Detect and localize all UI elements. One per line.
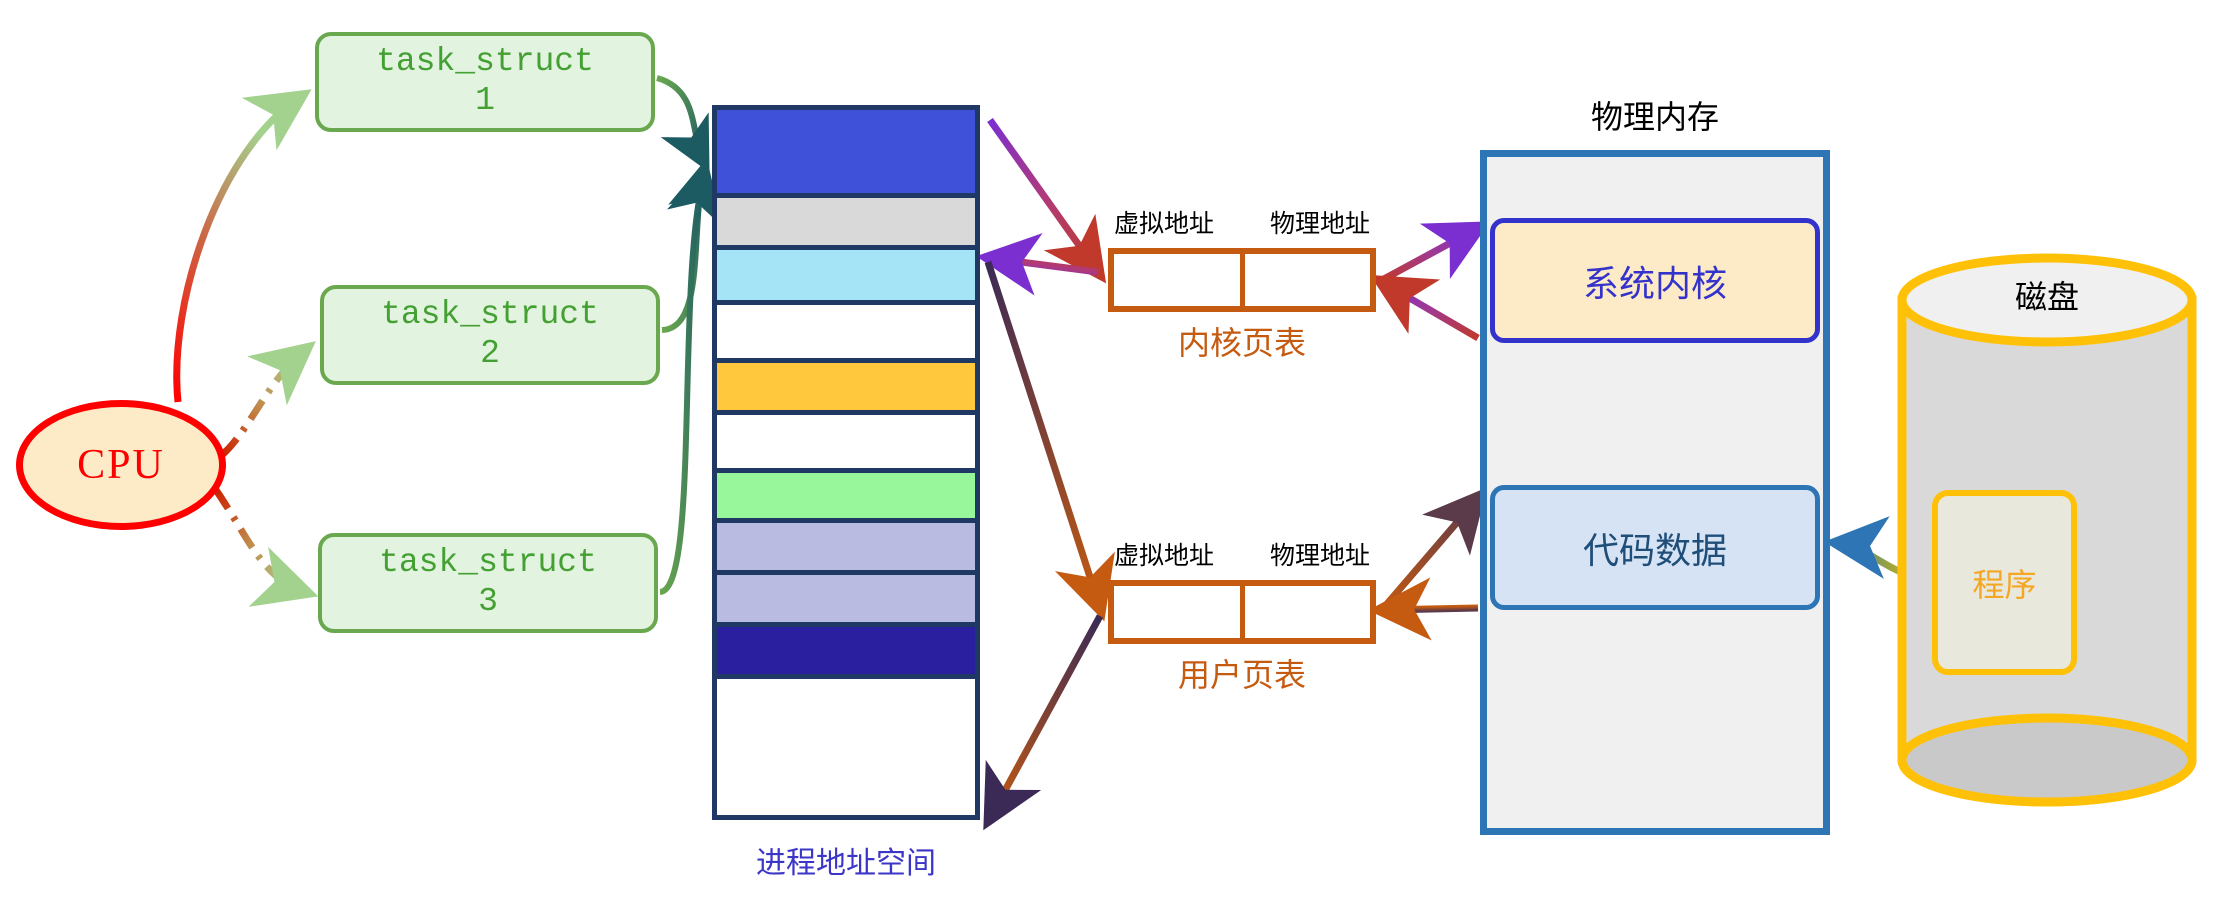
- kernel-page-table-virtual-cell[interactable]: [1114, 254, 1245, 306]
- kernel-page-table-physical-header: 物理地址: [1269, 210, 1370, 238]
- user-page-table[interactable]: 虚拟地址 物理地址 用户页表: [1108, 542, 1376, 693]
- address-space-segment-7[interactable]: [717, 473, 975, 523]
- address-space-segment-10[interactable]: [717, 627, 975, 679]
- physical-memory-title: 物理内存: [1590, 99, 1719, 135]
- code-data-label: 代码数据: [1582, 529, 1727, 571]
- disk-shape-layer: [1897, 253, 2197, 807]
- user-page-table-virtual-header: 虚拟地址: [1114, 542, 1215, 570]
- process-address-space-column[interactable]: [712, 105, 980, 820]
- task-struct-3-node[interactable]: task_struct 3: [318, 533, 658, 633]
- process-address-space-label: 进程地址空间: [756, 847, 936, 880]
- task-struct-1-name: task_struct: [376, 43, 594, 81]
- task-struct-3-name: task_struct: [379, 544, 597, 582]
- user-page-table-physical-cell[interactable]: [1245, 586, 1371, 638]
- physical-memory-region-code-data[interactable]: 代码数据: [1490, 485, 1820, 610]
- address-space-segment-6[interactable]: [717, 415, 975, 473]
- task-struct-1-node[interactable]: task_struct 1: [315, 32, 655, 132]
- cpu-label: CPU: [77, 442, 165, 488]
- kernel-page-table-cells[interactable]: [1108, 248, 1376, 312]
- address-space-segment-4[interactable]: [717, 305, 975, 363]
- task-struct-1-index: 1: [475, 82, 495, 119]
- kernel-page-table[interactable]: 虚拟地址 物理地址 内核页表: [1108, 210, 1376, 361]
- system-kernel-label: 系统内核: [1582, 262, 1727, 304]
- address-space-segment-3[interactable]: [717, 250, 975, 305]
- task-struct-3-index: 3: [478, 583, 498, 620]
- task-struct-2-name: task_struct: [381, 296, 599, 334]
- diagram-canvas: CPU task_struct 1 task_struct 2 task_str…: [0, 0, 2240, 911]
- program-label: 程序: [1972, 566, 2037, 603]
- task-struct-2-index: 2: [480, 335, 500, 372]
- user-page-table-name: 用户页表: [1177, 657, 1306, 693]
- disk-cylinder-bottom: [1897, 713, 2197, 807]
- user-page-table-cells[interactable]: [1108, 580, 1376, 644]
- kernel-page-table-headers: 虚拟地址 物理地址: [1108, 204, 1376, 240]
- kernel-page-table-physical-cell[interactable]: [1245, 254, 1371, 306]
- kernel-page-table-virtual-header: 虚拟地址: [1114, 210, 1215, 238]
- user-page-table-virtual-cell[interactable]: [1114, 586, 1245, 638]
- address-space-segment-2[interactable]: [717, 198, 975, 250]
- user-page-table-physical-header: 物理地址: [1269, 542, 1370, 570]
- address-space-segment-8[interactable]: [717, 523, 975, 575]
- address-space-segment-1[interactable]: [717, 110, 975, 198]
- disk-program-box[interactable]: 程序: [1932, 490, 2077, 675]
- address-space-segment-9[interactable]: [717, 575, 975, 627]
- kernel-page-table-name: 内核页表: [1177, 325, 1306, 361]
- cpu-node[interactable]: CPU: [16, 400, 226, 530]
- address-space-segment-5[interactable]: [717, 363, 975, 415]
- address-space-segment-11[interactable]: [717, 679, 975, 709]
- task-struct-2-node[interactable]: task_struct 2: [320, 285, 660, 385]
- physical-memory-region-system-kernel[interactable]: 系统内核: [1490, 218, 1820, 343]
- user-page-table-headers: 虚拟地址 物理地址: [1108, 536, 1376, 572]
- disk-title: 磁盘: [2014, 279, 2079, 315]
